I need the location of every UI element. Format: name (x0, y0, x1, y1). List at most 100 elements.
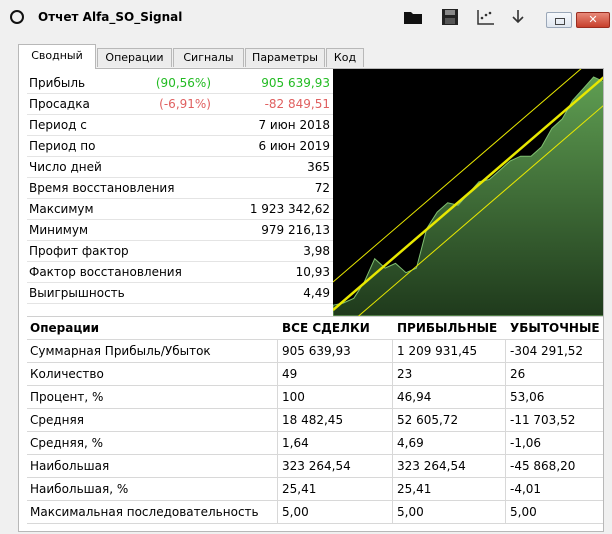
row-label: Процент, % (30, 390, 104, 404)
cell-profitable: 5,00 (397, 505, 424, 519)
row-label: Наибольшая (30, 459, 110, 473)
cell-losing: -1,06 (510, 436, 542, 450)
stat-label: Просадка (29, 97, 90, 111)
cell-profitable: 323 264,54 (397, 459, 466, 473)
minimize-icon (555, 18, 565, 25)
cell-profitable: 1 209 931,45 (397, 344, 478, 358)
header-losing: УБЫТОЧНЫЕ (510, 321, 600, 335)
cell-profitable: 25,41 (397, 482, 432, 496)
title-bar: Отчет Alfa_SO_Signal ✕ (0, 0, 612, 36)
stat-row: Прибыль (90,56%) 905 639,93 (27, 73, 333, 94)
cell-profitable: 4,69 (397, 436, 424, 450)
cell-all: 18 482,45 (282, 413, 344, 427)
stat-label: Выигрышность (29, 286, 125, 300)
stat-row: Минимум 979 216,13 (27, 220, 333, 241)
cell-profitable: 52 605,72 (397, 413, 459, 427)
app-circle-icon (10, 10, 24, 24)
header-all-trades: ВСЕ СДЕЛКИ (282, 321, 370, 335)
cell-all: 323 264,54 (282, 459, 351, 473)
stat-row: Период с 7 июн 2018 (27, 115, 333, 136)
summary-panel: Прибыль (90,56%) 905 639,93 Просадка (-6… (18, 68, 604, 532)
stat-row: Выигрышность 4,49 (27, 283, 333, 304)
stat-value: -82 849,51 (264, 97, 330, 111)
cell-losing: 26 (510, 367, 526, 381)
row-label: Суммарная Прибыль/Убыток (30, 344, 211, 358)
cell-profitable: 46,94 (397, 390, 432, 404)
window-title: Отчет Alfa_SO_Signal (38, 10, 183, 24)
folder-icon[interactable] (402, 8, 424, 26)
download-arrow-icon[interactable] (510, 8, 526, 26)
cell-all: 100 (282, 390, 305, 404)
table-row: Суммарная Прибыль/Убыток 905 639,93 1 209 … (27, 340, 603, 363)
cell-all: 1,64 (282, 436, 309, 450)
table-row: Процент, % 100 46,94 53,06 (27, 386, 603, 409)
tab-code[interactable]: Код (326, 48, 364, 67)
stat-label: Профит фактор (29, 244, 129, 258)
stats-table: Прибыль (90,56%) 905 639,93 Просадка (-6… (27, 73, 333, 304)
minimize-button[interactable] (546, 12, 572, 28)
row-label: Наибольшая, % (30, 482, 129, 496)
stat-row: Фактор восстановления 10,93 (27, 262, 333, 283)
stat-label: Прибыль (29, 76, 86, 90)
cell-losing: -11 703,52 (510, 413, 576, 427)
cell-all: 905 639,93 (282, 344, 351, 358)
cell-losing: -45 868,20 (510, 459, 576, 473)
stat-value: 1 923 342,62 (249, 202, 330, 216)
table-row: Максимальная последовательность 5,00 5,00 5… (27, 501, 603, 524)
cell-losing: -304 291,52 (510, 344, 584, 358)
equity-chart (333, 69, 603, 316)
stat-value: 3,98 (303, 244, 330, 258)
stat-label: Период с (29, 118, 87, 132)
table-row: Средняя, % 1,64 4,69 -1,06 (27, 432, 603, 455)
stat-row: Число дней 365 (27, 157, 333, 178)
stat-value: 6 июн 2019 (258, 139, 330, 153)
header-operations: Операции (30, 321, 100, 335)
cell-losing: 53,06 (510, 390, 545, 404)
tab-summary[interactable]: Сводный (18, 44, 96, 69)
close-icon: ✕ (588, 13, 598, 26)
table-row: Количество 49 23 26 (27, 363, 603, 386)
cell-profitable: 23 (397, 367, 413, 381)
row-label: Количество (30, 367, 104, 381)
stat-value: 10,93 (295, 265, 330, 279)
stat-row: Период по 6 июн 2019 (27, 136, 333, 157)
stat-label: Число дней (29, 160, 102, 174)
cell-all: 5,00 (282, 505, 309, 519)
cell-all: 25,41 (282, 482, 317, 496)
cell-losing: -4,01 (510, 482, 542, 496)
stat-value: 365 (307, 160, 330, 174)
stat-label: Фактор восстановления (29, 265, 182, 279)
table-row: Наибольшая, % 25,41 25,41 -4,01 (27, 478, 603, 501)
header-profitable: ПРИБЫЛЬНЫЕ (397, 321, 498, 335)
tab-signals[interactable]: Сигналы (173, 48, 244, 67)
tab-parameters[interactable]: Параметры (245, 48, 325, 67)
stat-row: Максимум 1 923 342,62 (27, 199, 333, 220)
row-label: Максимальная последовательность (30, 505, 259, 519)
stat-row: Просадка (-6,91%) -82 849,51 (27, 94, 333, 115)
close-button[interactable]: ✕ (576, 12, 610, 28)
table-row: Наибольшая 323 264,54 323 264,54 -45 868,20 (27, 455, 603, 478)
stat-label: Время восстановления (29, 181, 175, 195)
table-row: Средняя 18 482,45 52 605,72 -11 703,52 (27, 409, 603, 432)
stat-label: Минимум (29, 223, 89, 237)
operations-header-row: Операции ВСЕ СДЕЛКИ ПРИБЫЛЬНЫЕ УБЫТОЧНЫЕ (27, 316, 603, 340)
stat-value: 979 216,13 (261, 223, 330, 237)
stat-value: 905 639,93 (261, 76, 330, 90)
stat-value: 7 июн 2018 (258, 118, 330, 132)
row-label: Средняя, % (30, 436, 103, 450)
operations-table: Операции ВСЕ СДЕЛКИ ПРИБЫЛЬНЫЕ УБЫТОЧНЫЕ… (27, 316, 603, 524)
row-label: Средняя (30, 413, 84, 427)
save-icon[interactable] (440, 8, 460, 26)
stat-percent: (-6,91%) (159, 97, 211, 111)
stat-row: Время восстановления 72 (27, 178, 333, 199)
stat-value: 72 (314, 181, 330, 195)
chart-settings-icon[interactable] (476, 8, 496, 26)
stat-row: Профит фактор 3,98 (27, 241, 333, 262)
stat-label: Максимум (29, 202, 94, 216)
stat-label: Период по (29, 139, 96, 153)
stat-value: 4,49 (303, 286, 330, 300)
tab-operations[interactable]: Операции (97, 48, 172, 67)
cell-all: 49 (282, 367, 298, 381)
cell-losing: 5,00 (510, 505, 537, 519)
stat-percent: (90,56%) (155, 76, 211, 90)
